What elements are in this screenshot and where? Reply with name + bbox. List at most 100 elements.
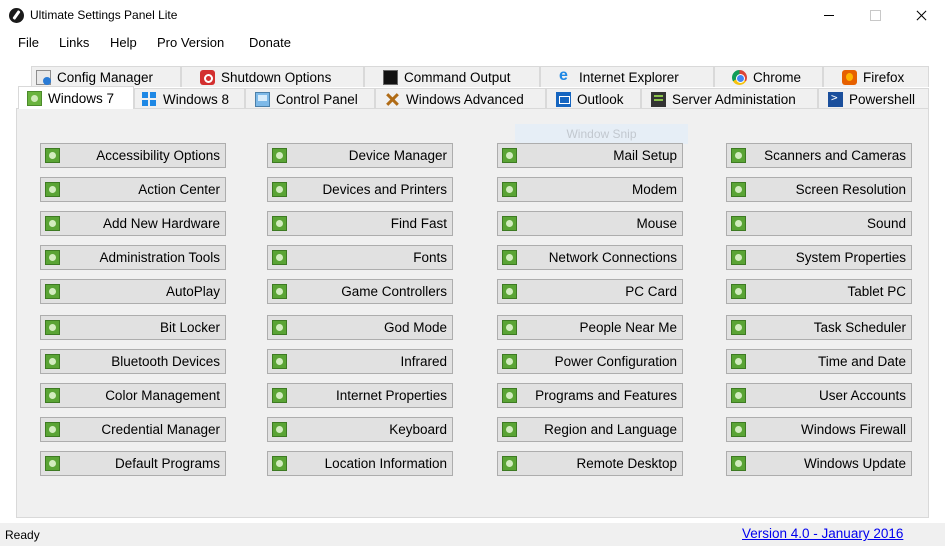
tab-label: Chrome: [753, 69, 802, 85]
remote-desktop-button[interactable]: Remote Desktop: [497, 451, 683, 476]
administration-tools-button[interactable]: Administration Tools: [40, 245, 226, 270]
tab-label: Internet Explorer: [579, 69, 679, 85]
button-label: Keyboard: [389, 422, 447, 437]
tab-config-manager[interactable]: Config Manager: [31, 66, 181, 87]
color-management-button[interactable]: Color Management: [40, 383, 226, 408]
tab-internet-explorer[interactable]: Internet Explorer: [540, 66, 714, 87]
scanners-and-cameras-button[interactable]: Scanners and Cameras: [726, 143, 912, 168]
button-label: Scanners and Cameras: [764, 148, 906, 163]
system-properties-button[interactable]: System Properties: [726, 245, 912, 270]
chrome-icon: [732, 69, 747, 85]
powershell-icon: [828, 91, 843, 107]
tablet-pc-button[interactable]: Tablet PC: [726, 279, 912, 304]
tools-icon: [385, 92, 400, 107]
mail-icon: [556, 91, 571, 107]
user-accounts-button[interactable]: User Accounts: [726, 383, 912, 408]
pc-card-button[interactable]: PC Card: [497, 279, 683, 304]
windows-icon: [272, 388, 287, 403]
sound-button[interactable]: Sound: [726, 211, 912, 236]
mouse-button[interactable]: Mouse: [497, 211, 683, 236]
network-connections-button[interactable]: Network Connections: [497, 245, 683, 270]
infrared-button[interactable]: Infrared: [267, 349, 453, 374]
autoplay-button[interactable]: AutoPlay: [40, 279, 226, 304]
location-information-button[interactable]: Location Information: [267, 451, 453, 476]
menu-links[interactable]: Links: [57, 35, 91, 50]
internet-properties-button[interactable]: Internet Properties: [267, 383, 453, 408]
window-snip-overlay: Window Snip: [515, 124, 688, 144]
accessibility-options-button[interactable]: Accessibility Options: [40, 143, 226, 168]
menu-file[interactable]: File: [16, 35, 41, 50]
game-controllers-button[interactable]: Game Controllers: [267, 279, 453, 304]
menu-pro-version[interactable]: Pro Version: [155, 35, 226, 50]
windows-icon: [45, 284, 60, 299]
task-scheduler-button[interactable]: Task Scheduler: [726, 315, 912, 340]
menu-donate[interactable]: Donate: [247, 35, 293, 50]
windows-icon: [272, 422, 287, 437]
add-new-hardware-button[interactable]: Add New Hardware: [40, 211, 226, 236]
god-mode-button[interactable]: God Mode: [267, 315, 453, 340]
button-label: Find Fast: [390, 216, 447, 231]
keyboard-button[interactable]: Keyboard: [267, 417, 453, 442]
default-programs-button[interactable]: Default Programs: [40, 451, 226, 476]
power-configuration-button[interactable]: Power Configuration: [497, 349, 683, 374]
windows-icon: [272, 456, 287, 471]
button-label: Programs and Features: [535, 388, 677, 403]
windows7-icon: [27, 90, 42, 106]
button-label: Color Management: [105, 388, 220, 403]
button-label: God Mode: [383, 320, 447, 335]
tab-powershell[interactable]: Powershell: [818, 88, 929, 109]
windows-icon: [502, 216, 517, 231]
tab-server-administation[interactable]: Server Administation: [641, 88, 818, 109]
maximize-button[interactable]: [852, 0, 898, 31]
button-label: Credential Manager: [101, 422, 220, 437]
modem-button[interactable]: Modem: [497, 177, 683, 202]
windows-icon: [45, 456, 60, 471]
fonts-button[interactable]: Fonts: [267, 245, 453, 270]
tab-windows-8[interactable]: Windows 8: [134, 88, 245, 109]
status-bar: Ready Version 4.0 - January 2016: [0, 523, 945, 546]
tab-command-output[interactable]: Command Output: [364, 66, 540, 87]
window-title: Ultimate Settings Panel Lite: [30, 8, 178, 22]
programs-and-features-button[interactable]: Programs and Features: [497, 383, 683, 408]
screen-resolution-button[interactable]: Screen Resolution: [726, 177, 912, 202]
windows-firewall-button[interactable]: Windows Firewall: [726, 417, 912, 442]
tab-chrome[interactable]: Chrome: [714, 66, 823, 87]
version-link[interactable]: Version 4.0 - January 2016: [742, 526, 903, 541]
time-and-date-button[interactable]: Time and Date: [726, 349, 912, 374]
windows-icon: [45, 354, 60, 369]
pen-icon: [9, 8, 24, 23]
bit-locker-button[interactable]: Bit Locker: [40, 315, 226, 340]
button-label: Infrared: [400, 354, 447, 369]
menu-help[interactable]: Help: [108, 35, 139, 50]
tab-shutdown-options[interactable]: Shutdown Options: [181, 66, 364, 87]
tab-windows-advanced[interactable]: Windows Advanced: [375, 88, 546, 109]
mail-setup-button[interactable]: Mail Setup: [497, 143, 683, 168]
windows-icon: [731, 456, 746, 471]
windows-update-button[interactable]: Windows Update: [726, 451, 912, 476]
windows-icon: [272, 148, 287, 163]
windows-icon: [502, 182, 517, 197]
windows-icon: [272, 320, 287, 335]
tab-label: Config Manager: [57, 69, 154, 85]
close-button[interactable]: [898, 0, 944, 31]
tab-firefox[interactable]: Firefox: [823, 66, 929, 87]
devices-and-printers-button[interactable]: Devices and Printers: [267, 177, 453, 202]
find-fast-button[interactable]: Find Fast: [267, 211, 453, 236]
people-near-me-button[interactable]: People Near Me: [497, 315, 683, 340]
windows-icon: [731, 422, 746, 437]
action-center-button[interactable]: Action Center: [40, 177, 226, 202]
power-icon: [200, 69, 215, 85]
tab-windows-7[interactable]: Windows 7: [18, 86, 134, 109]
tab-label: Server Administation: [672, 91, 796, 107]
credential-manager-button[interactable]: Credential Manager: [40, 417, 226, 442]
status-text: Ready: [5, 528, 40, 542]
windows-icon: [502, 284, 517, 299]
region-and-language-button[interactable]: Region and Language: [497, 417, 683, 442]
minimize-button[interactable]: [806, 0, 852, 31]
tab-control-panel[interactable]: Control Panel: [245, 88, 375, 109]
windows-icon: [45, 250, 60, 265]
device-manager-button[interactable]: Device Manager: [267, 143, 453, 168]
tab-outlook[interactable]: Outlook: [546, 88, 641, 109]
firefox-icon: [842, 69, 857, 85]
bluetooth-devices-button[interactable]: Bluetooth Devices: [40, 349, 226, 374]
